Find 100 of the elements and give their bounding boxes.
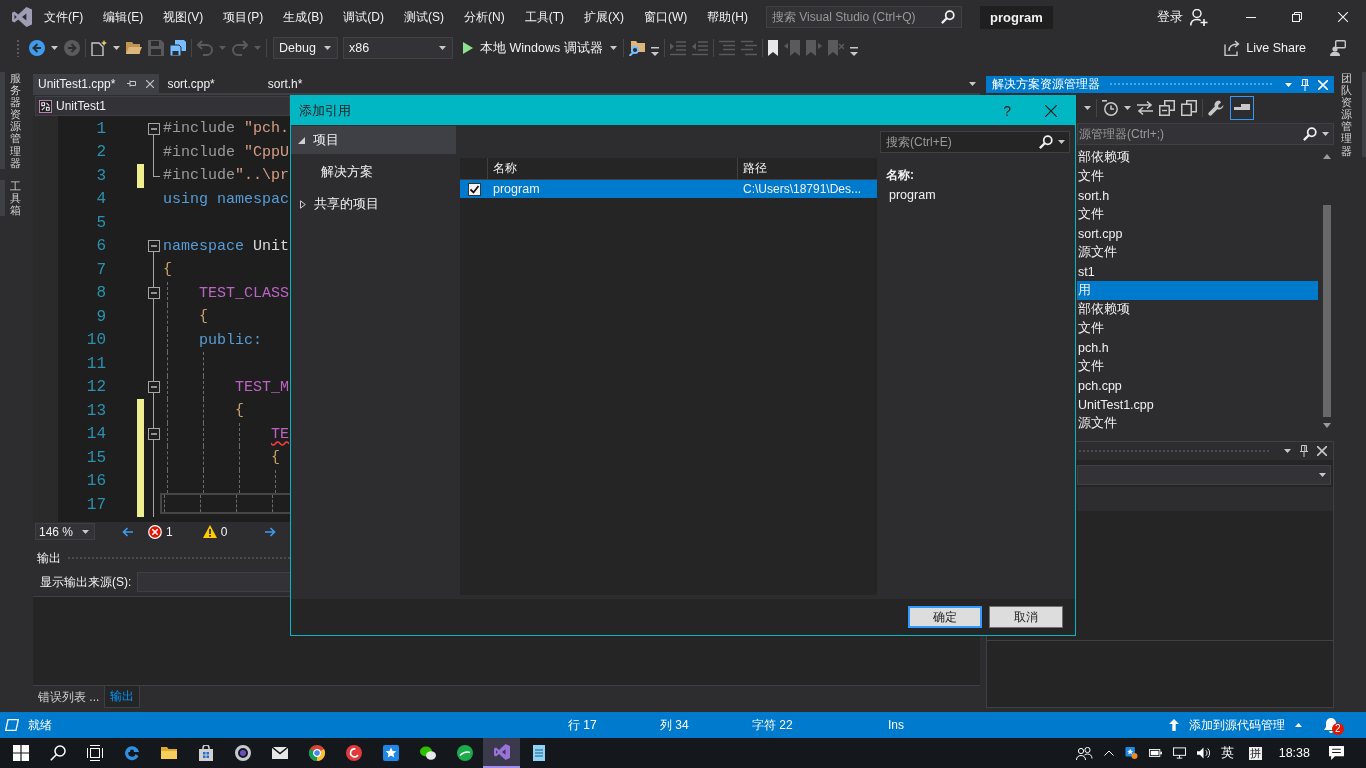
person-plus-icon[interactable] <box>1190 8 1208 26</box>
expanded-triangle-icon[interactable] <box>298 136 305 144</box>
two-way-arrows-icon[interactable] <box>1137 99 1153 116</box>
nav-item[interactable]: 共享的项目 <box>291 190 456 218</box>
close-icon[interactable] <box>1045 104 1057 117</box>
floppy-disks-icon[interactable] <box>170 40 186 56</box>
help-button[interactable]: ? <box>997 102 1017 119</box>
caret-icon[interactable] <box>113 46 120 50</box>
caret-icon[interactable] <box>51 46 58 50</box>
restore-icon[interactable] <box>1292 12 1302 22</box>
error-icon[interactable] <box>148 524 162 539</box>
menu-item[interactable]: 工具(T) <box>514 6 574 28</box>
panel-tab[interactable]: 错误列表 ... <box>33 686 105 708</box>
tree-item[interactable]: 源文件 <box>1077 243 1318 262</box>
tree-item[interactable]: 部依赖项 <box>1077 300 1318 319</box>
bar-caret-icon[interactable] <box>849 46 858 56</box>
run-button[interactable]: 本地 Windows 调试器 <box>463 39 617 57</box>
minus-box-icon[interactable] <box>147 122 160 135</box>
tree-item[interactable]: UnitTest1.cpp <box>1077 395 1318 414</box>
tree-item[interactable]: sort.cpp <box>1077 224 1318 243</box>
editor-tab[interactable]: UnitTest1.cpp* <box>33 74 160 93</box>
speaker-icon[interactable] <box>1196 747 1210 759</box>
tree-item[interactable]: 文件 <box>1077 357 1318 376</box>
caret-icon[interactable] <box>1084 105 1091 110</box>
document-sparkle-icon[interactable] <box>91 40 107 56</box>
search-icon[interactable] <box>1039 135 1053 149</box>
search-icon[interactable] <box>1303 127 1317 141</box>
folder-search-icon[interactable] <box>628 40 645 56</box>
search-field[interactable]: 搜索(Ctrl+E) <box>880 131 1070 153</box>
tree-item[interactable]: 文件 <box>1077 319 1318 338</box>
nav-item[interactable]: 解决方案 <box>291 158 456 186</box>
caret-icon[interactable] <box>1058 140 1065 144</box>
caret-icon[interactable] <box>1322 132 1329 136</box>
tree-item[interactable]: 部依赖项 <box>1077 148 1318 167</box>
configuration-dropdown[interactable]: Debug <box>273 37 338 59</box>
people-icon[interactable] <box>1075 746 1093 760</box>
chevron-up-icon[interactable] <box>1103 750 1114 756</box>
bookmark-icon[interactable] <box>767 40 778 56</box>
menu-item[interactable]: 生成(B) <box>273 6 334 28</box>
search-field[interactable]: 源管理器(Ctrl+;) <box>1077 123 1334 145</box>
clock-icon[interactable] <box>1102 99 1118 116</box>
framed-square-icon[interactable] <box>86 745 103 761</box>
monitor-icon[interactable] <box>1172 747 1186 759</box>
menu-item[interactable]: 测试(S) <box>394 6 454 28</box>
menu-item[interactable]: 项目(P) <box>213 6 274 28</box>
back-arrow-icon[interactable] <box>29 40 45 56</box>
tree-item[interactable]: 用 <box>1077 281 1318 300</box>
tree-item[interactable]: 源文件 <box>1077 414 1318 433</box>
dialog-button[interactable]: 确定 <box>908 606 982 628</box>
arrow-left-icon[interactable] <box>122 526 133 537</box>
side-tab[interactable]: 团队资源管理器 <box>1341 72 1366 157</box>
pin-icon[interactable] <box>1300 445 1308 457</box>
clock-time[interactable]: 18:38 <box>1278 746 1310 760</box>
star-badge-icon[interactable] <box>1124 747 1138 759</box>
list-row[interactable]: program C:\Users\18791\Des... <box>460 180 877 198</box>
collapsed-triangle-icon[interactable] <box>300 199 306 209</box>
pin-icon[interactable] <box>127 80 137 87</box>
menu-item[interactable]: 文件(F) <box>34 6 94 28</box>
input-language-indicator[interactable]: 英 <box>1220 744 1234 762</box>
tree-item[interactable]: 文件 <box>1077 205 1318 224</box>
minus-box-icon[interactable] <box>147 240 160 253</box>
nav-item[interactable]: 项目 <box>291 126 456 154</box>
zoom-dropdown[interactable]: 146 % <box>35 523 95 540</box>
search-icon[interactable] <box>941 10 955 24</box>
menu-item[interactable]: 扩展(X) <box>574 6 634 28</box>
tree-item[interactable]: 文件 <box>1077 167 1318 186</box>
speech-bubble-icon[interactable] <box>1329 746 1344 760</box>
tree-item[interactable]: pch.h <box>1077 338 1318 357</box>
panel-tab[interactable]: 输出 <box>104 686 141 708</box>
copy-icon[interactable] <box>1181 99 1197 116</box>
person-bubble-icon[interactable] <box>1330 40 1346 56</box>
caret-icon[interactable] <box>1284 449 1291 453</box>
editor-tab[interactable]: sort.cpp* <box>159 74 260 93</box>
platform-dropdown[interactable]: x86 <box>343 37 453 59</box>
arrow-right-icon[interactable] <box>265 526 277 537</box>
framed-bar-icon[interactable] <box>1230 95 1254 120</box>
side-tab[interactable]: 工具箱 <box>0 179 21 217</box>
input-mode-indicator[interactable]: 拼 <box>1248 746 1262 760</box>
side-tab[interactable]: 服务器资源管理器 <box>0 72 21 169</box>
search-field[interactable]: 搜索 Visual Studio (Ctrl+Q) <box>766 6 962 28</box>
warning-icon[interactable] <box>202 525 217 538</box>
stacked-squares-icon[interactable] <box>1159 99 1175 116</box>
caret-icon[interactable] <box>1124 105 1131 110</box>
wrench-icon[interactable] <box>1208 99 1224 116</box>
menu-item[interactable]: 窗口(W) <box>634 6 698 28</box>
editor-tab[interactable]: sort.h* <box>259 74 348 93</box>
menu-item[interactable]: 编辑(E) <box>93 6 154 28</box>
dialog-button[interactable]: 取消 <box>989 606 1063 628</box>
column-header[interactable]: 路径 <box>738 158 877 179</box>
minus-box-icon[interactable] <box>147 428 160 441</box>
four-squares-icon[interactable] <box>12 745 29 761</box>
battery-icon[interactable] <box>1148 747 1162 759</box>
bar-caret-icon[interactable] <box>650 46 659 56</box>
folder-icon[interactable] <box>126 40 142 56</box>
tree-item[interactable]: sort.h <box>1077 186 1318 205</box>
tree-item[interactable]: st1 <box>1077 262 1318 281</box>
live-share-button[interactable]: Live Share <box>1224 40 1306 56</box>
search-icon[interactable] <box>49 745 66 761</box>
minimize-icon[interactable] <box>1246 16 1256 18</box>
minus-box-icon[interactable] <box>147 287 160 300</box>
